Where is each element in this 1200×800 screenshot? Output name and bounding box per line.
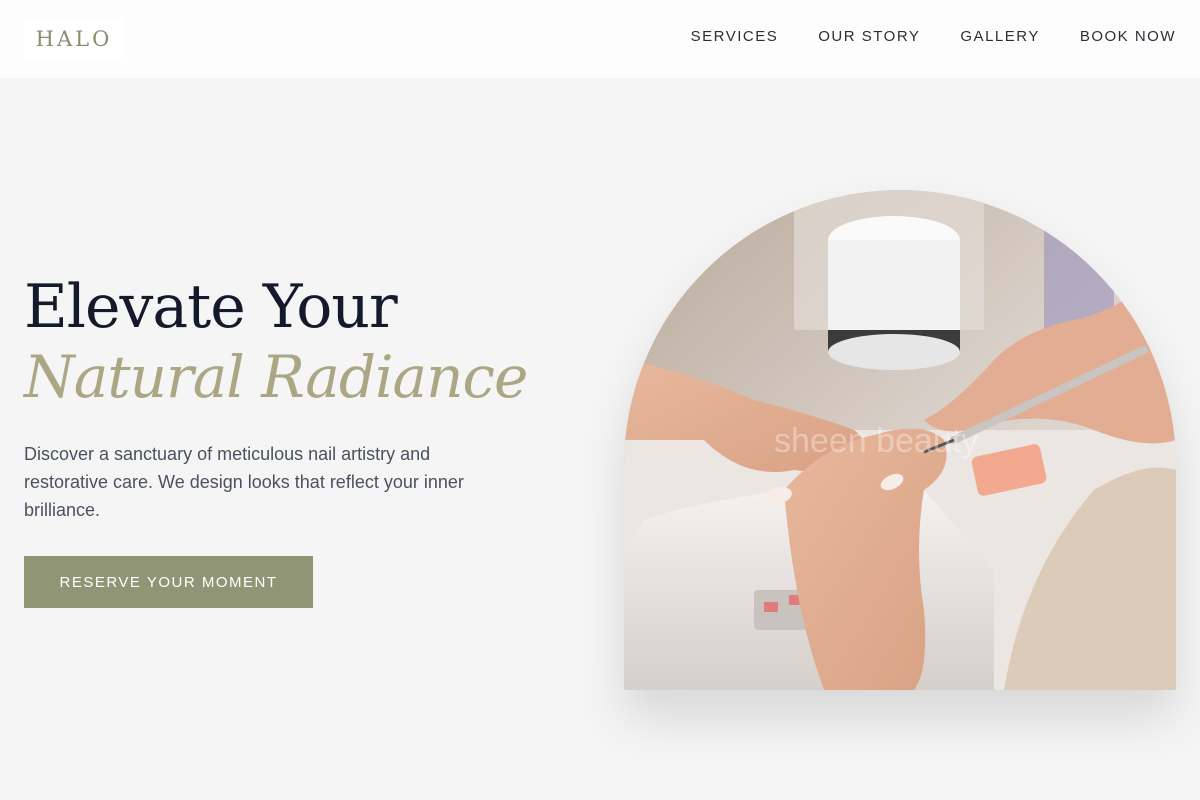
nav-item-services[interactable]: SERVICES <box>691 28 779 45</box>
main-nav: SERVICES OUR STORY GALLERY BOOK NOW <box>691 28 1176 45</box>
site-header: HALO SERVICES OUR STORY GALLERY BOOK NOW <box>0 0 1200 78</box>
hero-description: Discover a sanctuary of meticulous nail … <box>24 444 464 520</box>
hero-image: sheen beauty <box>624 190 1176 690</box>
hero-title-line2: Natural Radiance <box>24 343 528 411</box>
hero-title: Elevate Your Natural Radiance <box>24 272 528 412</box>
nav-item-book-now[interactable]: BOOK NOW <box>1080 28 1176 45</box>
image-watermark: sheen beauty <box>774 422 978 460</box>
manicure-photo: sheen beauty <box>624 190 1176 690</box>
nav-item-gallery[interactable]: GALLERY <box>960 28 1039 45</box>
hero-title-line1: Elevate Your <box>24 272 398 342</box>
reserve-button[interactable]: RESERVE YOUR MOMENT <box>24 556 313 608</box>
brand-logo[interactable]: HALO <box>24 19 124 59</box>
nav-item-our-story[interactable]: OUR STORY <box>818 28 920 45</box>
